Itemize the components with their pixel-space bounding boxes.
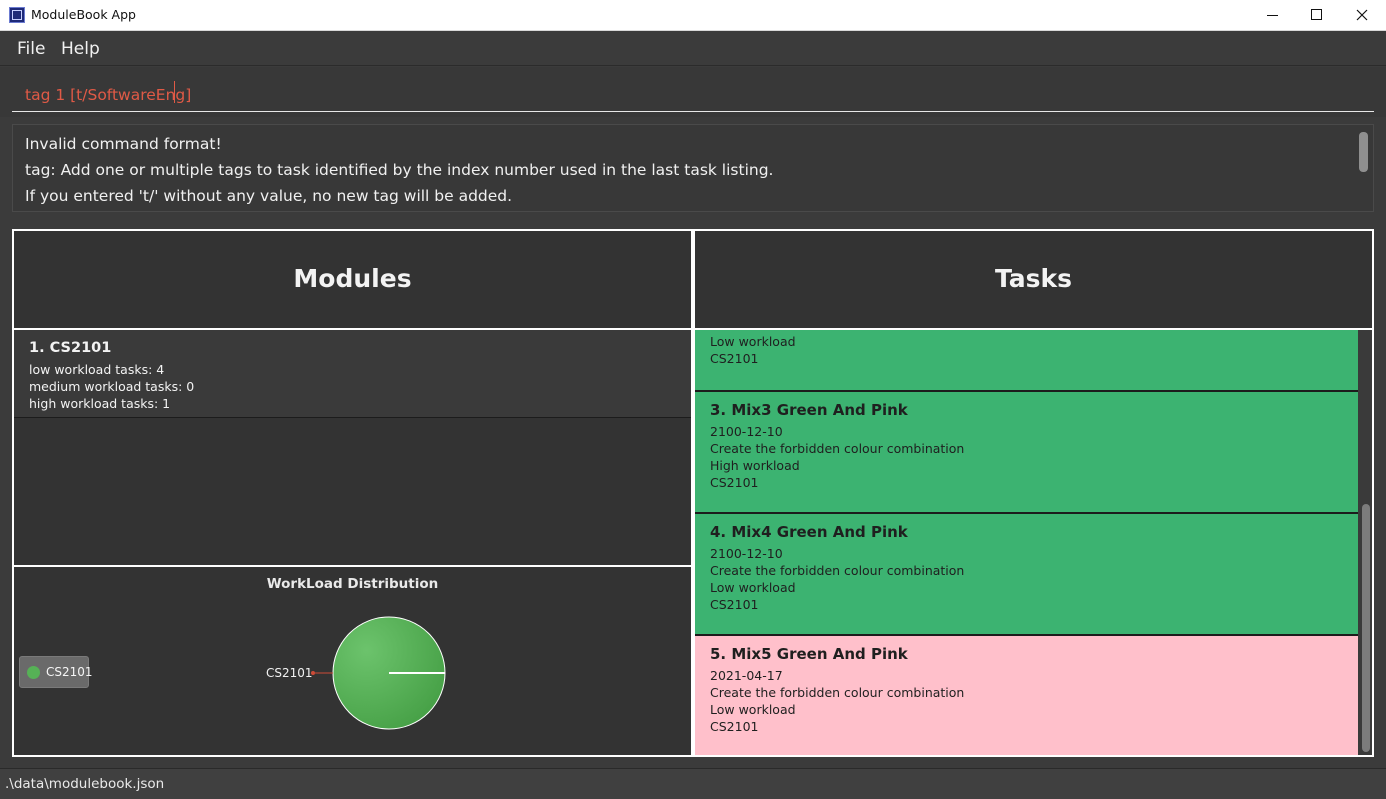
task-date: 2021-04-17 xyxy=(710,668,783,683)
tasks-title: Tasks xyxy=(994,264,1073,293)
task-description: Create the forbidden colour combination xyxy=(710,441,965,456)
task-list[interactable]: Low workload CS2101 3. Mix3 Green And Pi… xyxy=(695,330,1358,755)
close-icon xyxy=(1356,9,1368,21)
task-workload: High workload xyxy=(710,458,800,473)
close-button[interactable] xyxy=(1339,0,1385,31)
workload-chart: WorkLoad Distribution CS2101 CS2101 xyxy=(14,565,691,755)
task-workload: Low workload xyxy=(710,580,796,595)
module-high-count: high workload tasks: 1 xyxy=(29,396,171,411)
modules-header: Modules xyxy=(14,231,691,330)
command-box xyxy=(0,67,1386,117)
task-module: CS2101 xyxy=(710,351,759,366)
task-scrollbar[interactable] xyxy=(1358,330,1372,755)
modules-title: Modules xyxy=(293,264,412,293)
task-name: 3. Mix3 Green And Pink xyxy=(710,401,908,419)
task-name: 4. Mix4 Green And Pink xyxy=(710,523,908,541)
menu-help[interactable]: Help xyxy=(61,39,100,59)
result-scrollbar[interactable] xyxy=(1359,132,1368,172)
app-icon xyxy=(9,7,25,23)
task-module: CS2101 xyxy=(710,719,759,734)
result-line: Invalid command format! xyxy=(25,135,222,153)
window-title: ModuleBook App xyxy=(31,7,136,22)
task-workload: Low workload xyxy=(710,334,796,349)
module-name: 1. CS2101 xyxy=(29,340,112,356)
status-bar: .\data\modulebook.json xyxy=(0,768,1386,799)
tasks-header: Tasks xyxy=(695,231,1372,330)
result-display: Invalid command format! tag: Add one or … xyxy=(12,124,1374,212)
task-card[interactable]: Low workload CS2101 xyxy=(695,330,1358,392)
task-module: CS2101 xyxy=(710,475,759,490)
command-input[interactable] xyxy=(12,78,1374,112)
task-module: CS2101 xyxy=(710,597,759,612)
text-caret xyxy=(174,81,175,103)
task-description: Create the forbidden colour combination xyxy=(710,685,965,700)
modules-panel: Modules 1. CS2101 low workload tasks: 4 … xyxy=(12,229,693,757)
task-card[interactable]: 5. Mix5 Green And Pink 2021-04-17 Create… xyxy=(695,636,1358,755)
slice-label: CS2101 xyxy=(266,666,313,680)
module-card[interactable]: 1. CS2101 low workload tasks: 4 medium w… xyxy=(14,330,691,418)
title-bar: ModuleBook App xyxy=(0,0,1386,31)
module-low-count: low workload tasks: 4 xyxy=(29,362,165,377)
minimize-button[interactable] xyxy=(1249,0,1295,31)
result-line: If you entered 't/' without any value, n… xyxy=(25,187,513,205)
maximize-icon xyxy=(1311,9,1322,20)
task-card[interactable]: 4. Mix4 Green And Pink 2100-12-10 Create… xyxy=(695,514,1358,636)
result-line: tag: Add one or multiple tags to task id… xyxy=(25,161,774,179)
module-medium-count: medium workload tasks: 0 xyxy=(29,379,195,394)
menu-bar: File Help xyxy=(0,31,1386,66)
pie-chart: CS2101 xyxy=(266,616,446,730)
tasks-panel: Tasks Low workload CS2101 3. Mix3 Green … xyxy=(693,229,1374,757)
minimize-icon xyxy=(1267,15,1278,16)
task-card[interactable]: 3. Mix3 Green And Pink 2100-12-10 Create… xyxy=(695,392,1358,514)
task-name: 5. Mix5 Green And Pink xyxy=(710,645,908,663)
task-scrollbar-thumb[interactable] xyxy=(1362,504,1370,752)
maximize-button[interactable] xyxy=(1294,0,1340,31)
task-date: 2100-12-10 xyxy=(710,546,783,561)
task-workload: Low workload xyxy=(710,702,796,717)
data-file-path: .\data\modulebook.json xyxy=(5,776,165,792)
menu-file[interactable]: File xyxy=(17,39,45,59)
task-date: 2100-12-10 xyxy=(710,424,783,439)
task-description: Create the forbidden colour combination xyxy=(710,563,965,578)
